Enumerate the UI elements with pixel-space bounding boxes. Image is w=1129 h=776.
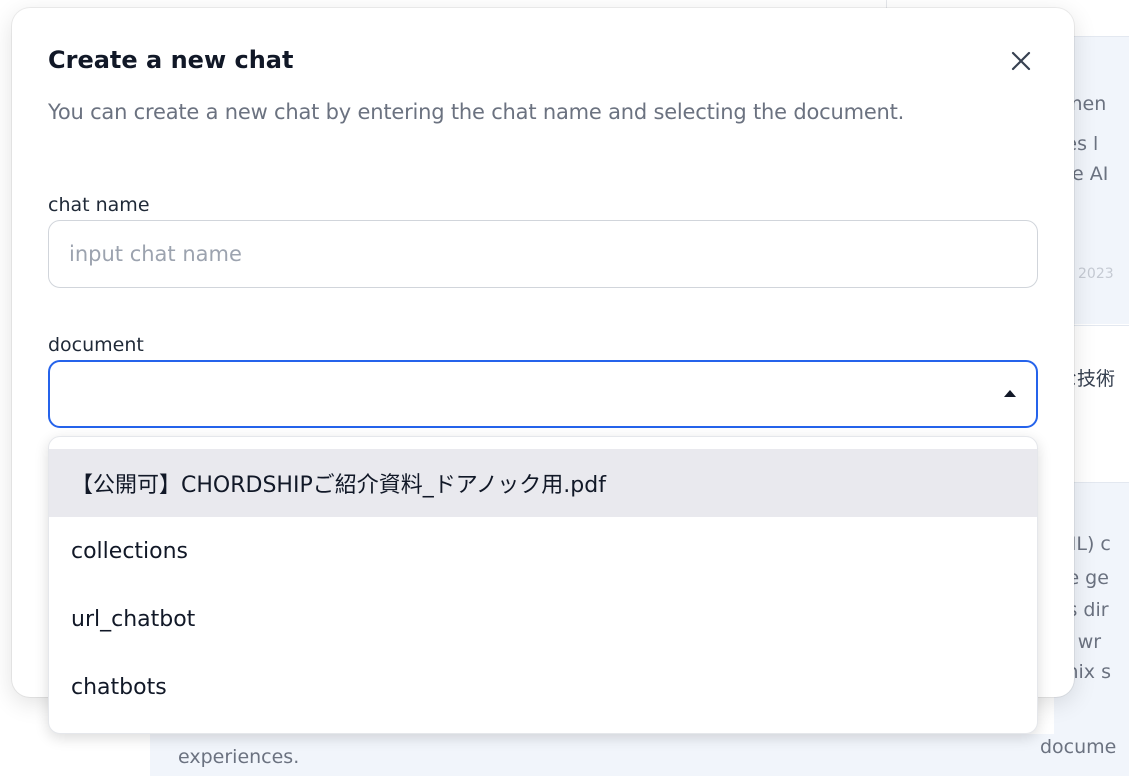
- background-text: experiences.: [178, 746, 300, 768]
- dropdown-option[interactable]: url_chatbot: [49, 585, 1037, 653]
- caret-up-icon: [1004, 390, 1016, 397]
- background-card-footer: experiences. docume: [150, 734, 1129, 776]
- modal-description: You can create a new chat by entering th…: [48, 100, 905, 124]
- close-icon: [1011, 51, 1031, 71]
- chat-name-input[interactable]: [48, 220, 1038, 288]
- dropdown-option[interactable]: 【公開可】CHORDSHIPご紹介資料_ドアノック用.pdf: [49, 449, 1037, 517]
- background-card-date: 2023: [1078, 266, 1114, 282]
- modal-title: Create a new chat: [48, 46, 294, 74]
- dropdown-option[interactable]: collections: [49, 517, 1037, 585]
- chat-name-label: chat name: [48, 194, 150, 216]
- document-label: document: [48, 334, 144, 356]
- document-dropdown-list: 【公開可】CHORDSHIPご紹介資料_ドアノック用.pdf collectio…: [48, 436, 1038, 734]
- document-select[interactable]: [48, 360, 1038, 428]
- background-text: docume: [1040, 736, 1117, 758]
- dropdown-option[interactable]: chatbots: [49, 653, 1037, 721]
- close-button[interactable]: [1006, 46, 1036, 76]
